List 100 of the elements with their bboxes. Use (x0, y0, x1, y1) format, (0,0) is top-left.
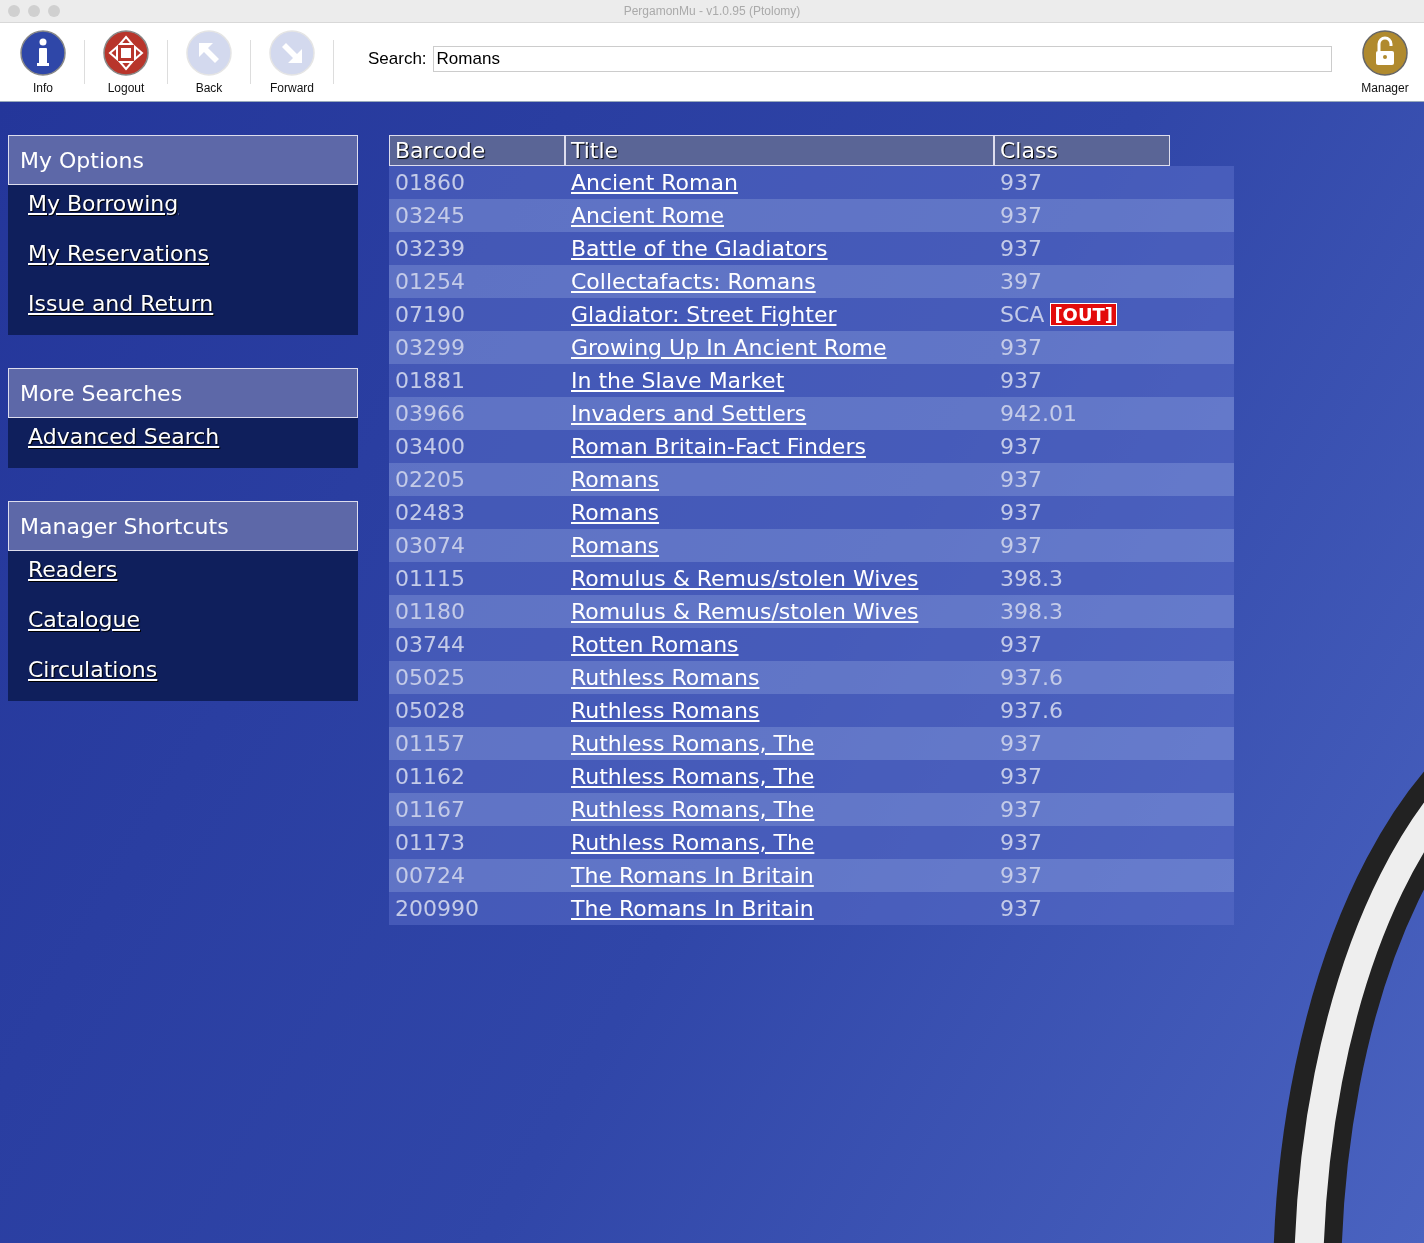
barcode-text: 00724 (395, 863, 465, 888)
table-row[interactable]: 03744 Rotten Romans 937 (389, 628, 1234, 661)
title-link[interactable]: Battle of the Gladiators (571, 236, 828, 261)
table-row[interactable]: 01173 Ruthless Romans, The 937 (389, 826, 1234, 859)
class-text: 937 (1000, 368, 1042, 393)
class-text: 937 (1000, 533, 1042, 558)
title-link[interactable]: Romulus & Remus/stolen Wives (571, 566, 919, 591)
barcode-text: 03239 (395, 236, 465, 261)
table-row[interactable]: 200990 The Romans In Britain 937 (389, 892, 1234, 925)
barcode-text: 01254 (395, 269, 465, 294)
class-text: 937 (1000, 467, 1042, 492)
title-link[interactable]: Romans (571, 500, 660, 525)
title-link[interactable]: Ruthless Romans, The (571, 731, 815, 756)
class-text: 937 (1000, 830, 1042, 855)
title-link[interactable]: The Romans In Britain (571, 896, 814, 921)
table-row[interactable]: 01157 Ruthless Romans, The 937 (389, 727, 1234, 760)
table-row[interactable]: 01881 In the Slave Market 937 (389, 364, 1234, 397)
title-link[interactable]: Ruthless Romans (571, 698, 760, 723)
panel-heading: Manager Shortcuts (8, 501, 358, 551)
title-link[interactable]: Romans (571, 467, 660, 492)
class-text: 398.3 (1000, 566, 1063, 591)
table-row[interactable]: 01162 Ruthless Romans, The 937 (389, 760, 1234, 793)
logout-button[interactable]: Logout (89, 29, 163, 95)
barcode-text: 02205 (395, 467, 465, 492)
barcode-text: 05025 (395, 665, 465, 690)
title-link[interactable]: The Romans In Britain (571, 863, 814, 888)
title-link[interactable]: Romans (571, 533, 660, 558)
sidebar-link[interactable]: Issue and Return (8, 287, 358, 321)
class-text: 937 (1000, 863, 1042, 888)
barcode-text: 01167 (395, 797, 465, 822)
table-row[interactable]: 03245 Ancient Rome 937 (389, 199, 1234, 232)
barcode-text: 01162 (395, 764, 465, 789)
title-link[interactable]: Ruthless Romans, The (571, 830, 815, 855)
search-field[interactable]: Romans (432, 46, 1332, 72)
table-row[interactable]: 03239 Battle of the Gladiators 937 (389, 232, 1234, 265)
window-title: PergamonMu - v1.0.95 (Ptolomy) (623, 4, 801, 18)
title-link[interactable]: Growing Up In Ancient Rome (571, 335, 887, 360)
title-link[interactable]: Collectafacts: Romans (571, 269, 816, 294)
barcode-text: 01157 (395, 731, 465, 756)
title-link[interactable]: Roman Britain-Fact Finders (571, 434, 866, 459)
title-link[interactable]: In the Slave Market (571, 368, 785, 393)
title-link[interactable]: Ruthless Romans (571, 665, 760, 690)
four-arrows-icon (102, 29, 150, 77)
barcode-text: 01860 (395, 170, 465, 195)
info-icon (19, 29, 67, 77)
table-row[interactable]: 01860 Ancient Roman 937 (389, 166, 1234, 199)
title-link[interactable]: Ruthless Romans, The (571, 797, 815, 822)
barcode-text: 07190 (395, 302, 465, 327)
manager-button[interactable]: Manager (1352, 29, 1418, 95)
table-row[interactable]: 01180 Romulus & Remus/stolen Wives 398.3 (389, 595, 1234, 628)
info-button[interactable]: Info (6, 29, 80, 95)
class-text: 937.6 (1000, 665, 1063, 690)
barcode-text: 03400 (395, 434, 465, 459)
barcode-text: 02483 (395, 500, 465, 525)
barcode-text: 03299 (395, 335, 465, 360)
column-header[interactable]: Title (565, 135, 994, 166)
title-link[interactable]: Ruthless Romans, The (571, 764, 815, 789)
sidebar-link[interactable]: Circulations (8, 653, 358, 687)
barcode-text: 01881 (395, 368, 465, 393)
table-row[interactable]: 02205 Romans 937 (389, 463, 1234, 496)
title-link[interactable]: Romulus & Remus/stolen Wives (571, 599, 919, 624)
sidebar-link[interactable]: My Borrowing (8, 187, 358, 237)
title-link[interactable]: Gladiator: Street Fighter (571, 302, 837, 327)
title-link[interactable]: Ancient Rome (571, 203, 725, 228)
table-row[interactable]: 07190 Gladiator: Street Fighter SCA [OUT] (389, 298, 1234, 331)
close-button[interactable] (8, 5, 20, 17)
sidebar-link[interactable]: My Reservations (8, 237, 358, 287)
table-row[interactable]: 03074 Romans 937 (389, 529, 1234, 562)
table-row[interactable]: 05028 Ruthless Romans 937.6 (389, 694, 1234, 727)
class-text: 937 (1000, 764, 1042, 789)
class-text: 937 (1000, 896, 1042, 921)
title-link[interactable]: Rotten Romans (571, 632, 739, 657)
minimize-button[interactable] (28, 5, 40, 17)
barcode-text: 01115 (395, 566, 465, 591)
column-header[interactable]: Class (994, 135, 1170, 166)
title-link[interactable]: Ancient Roman (571, 170, 738, 195)
barcode-text: 01173 (395, 830, 465, 855)
barcode-text: 200990 (395, 896, 479, 921)
barcode-text: 03245 (395, 203, 465, 228)
zoom-button[interactable] (48, 5, 60, 17)
table-row[interactable]: 03966 Invaders and Settlers 942.01 (389, 397, 1234, 430)
sidebar-link[interactable]: Advanced Search (8, 420, 358, 454)
table-row[interactable]: 01167 Ruthless Romans, The 937 (389, 793, 1234, 826)
sidebar-link[interactable]: Catalogue (8, 603, 358, 653)
table-row[interactable]: 01115 Romulus & Remus/stolen Wives 398.3 (389, 562, 1234, 595)
class-text: 398.3 (1000, 599, 1063, 624)
sidebar-link[interactable]: Readers (8, 553, 358, 603)
class-text: 937 (1000, 797, 1042, 822)
column-header[interactable]: Barcode (389, 135, 565, 166)
panel-heading: My Options (8, 135, 358, 185)
table-row[interactable]: 03400 Roman Britain-Fact Finders 937 (389, 430, 1234, 463)
table-row[interactable]: 00724 The Romans In Britain 937 (389, 859, 1234, 892)
table-row[interactable]: 01254 Collectafacts: Romans 397 (389, 265, 1234, 298)
table-row[interactable]: 02483 Romans 937 (389, 496, 1234, 529)
search-label: Search: (368, 49, 427, 69)
title-link[interactable]: Invaders and Settlers (571, 401, 807, 426)
table-row[interactable]: 03299 Growing Up In Ancient Rome 937 (389, 331, 1234, 364)
barcode-text: 03744 (395, 632, 465, 657)
class-text: 937 (1000, 434, 1042, 459)
table-row[interactable]: 05025 Ruthless Romans 937.6 (389, 661, 1234, 694)
